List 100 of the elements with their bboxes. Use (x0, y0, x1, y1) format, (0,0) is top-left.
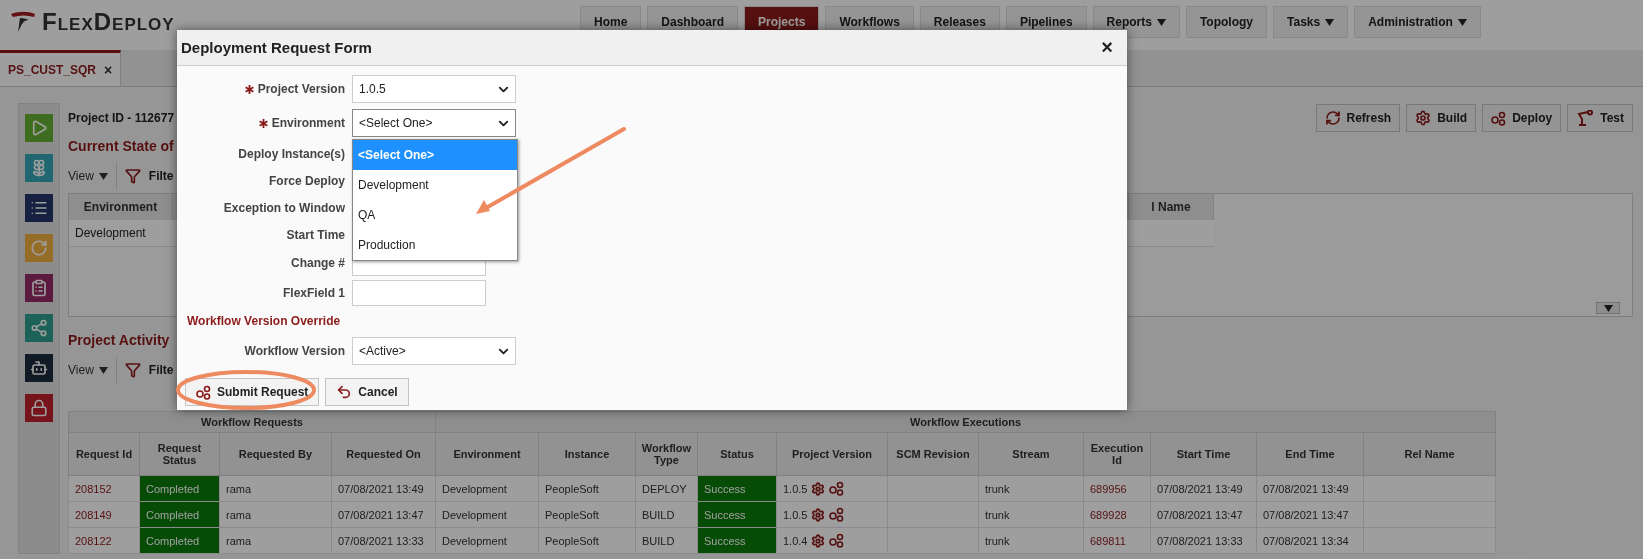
sidebar-item[interactable] (25, 314, 53, 342)
gear-icon[interactable] (811, 507, 826, 522)
sidebar-item[interactable] (25, 194, 53, 222)
robot-icon (30, 359, 48, 377)
input-field[interactable] (352, 280, 486, 306)
field-label: Deploy Instance(s) (238, 146, 345, 161)
table-cell: BUILD (635, 527, 698, 554)
project-title: Project ID - 112677 (68, 111, 175, 125)
request-id-link[interactable]: 208149 (68, 501, 140, 528)
action-button[interactable]: Deploy (1482, 104, 1562, 132)
table-cell: rama (219, 527, 332, 554)
filter-button[interactable]: Filte (148, 169, 174, 183)
table-cell: DEPLOY (635, 475, 698, 502)
view-menu[interactable]: View (68, 357, 117, 383)
request-id-link[interactable]: 208122 (68, 527, 140, 554)
sidebar-item[interactable] (25, 354, 53, 382)
column-header: Rel Name (1363, 432, 1496, 476)
close-button[interactable]: × (1101, 36, 1113, 59)
table-cell: trunk (978, 527, 1084, 554)
column-header: Project Version (776, 432, 888, 476)
request-id-link[interactable]: 208152 (68, 475, 140, 502)
action-button[interactable]: Refresh (1315, 104, 1401, 132)
sidebar-item[interactable] (25, 394, 53, 422)
dialog-title: Deployment Request Form (181, 39, 372, 56)
column-header: Instance (538, 432, 636, 476)
caret-icon (98, 366, 108, 374)
execution-id-link[interactable]: 689928 (1083, 501, 1151, 528)
group-header: Workflow Requests (68, 411, 436, 433)
select-field[interactable]: <Select One> (352, 109, 516, 137)
section-label: Workflow Version Override (186, 313, 342, 330)
field-label: Change # (291, 256, 345, 270)
gear-icon[interactable] (811, 481, 826, 496)
dropdown-option[interactable]: <Select One> (353, 140, 517, 170)
execution-id-link[interactable]: 689811 (1083, 527, 1151, 554)
table-cell: BUILD (635, 501, 698, 528)
close-icon[interactable]: × (104, 61, 113, 78)
table-cell: 07/08/2021 13:47 (1150, 501, 1257, 528)
table-cell: 07/08/2021 13:49 (1256, 475, 1364, 502)
nav-tab[interactable]: Reports (1092, 6, 1180, 38)
cancel-button[interactable]: Cancel (325, 378, 409, 406)
status-cell: Completed (139, 475, 220, 502)
table-cell: Development (435, 527, 539, 554)
field-label: Start Time (286, 227, 345, 242)
status-cell: Success (697, 527, 777, 554)
status-cell: Completed (139, 527, 220, 554)
table-cell: rama (219, 501, 332, 528)
sidebar-item[interactable] (25, 274, 53, 302)
lock-icon (30, 399, 48, 417)
field-label: Environment (271, 116, 345, 130)
caret-icon (1325, 18, 1335, 26)
deploy-icon (1491, 110, 1507, 126)
robot-arm-icon (1576, 110, 1595, 126)
execution-id-link[interactable]: 689956 (1083, 475, 1151, 502)
logo-text: FlexDeploy (42, 8, 175, 36)
gear-icon[interactable] (811, 533, 826, 548)
table-cell: 07/08/2021 13:47 (331, 501, 436, 528)
select-field[interactable]: <Active> (352, 337, 516, 365)
document-tab[interactable]: PS_CUST_SQR × (0, 50, 122, 86)
table-cell: rama (219, 475, 332, 502)
dropdown-option[interactable]: QA (353, 200, 517, 230)
column-header: Execution Id (1083, 432, 1151, 476)
filter-icon[interactable] (124, 362, 141, 378)
nav-tab[interactable]: Administration (1354, 6, 1481, 38)
column-header: Start Time (1150, 432, 1257, 476)
gear-icon (1415, 110, 1432, 126)
scroll-up-button[interactable] (1596, 302, 1620, 314)
deploy-icon (829, 533, 845, 548)
deploy-icon (829, 481, 845, 496)
status-cell: Success (697, 501, 777, 528)
action-button[interactable]: Test (1567, 104, 1633, 132)
network-icon (30, 319, 48, 337)
clipboard-icon (30, 279, 48, 297)
filter-button[interactable]: Filte (148, 363, 174, 377)
view-menu[interactable]: View (68, 163, 117, 189)
dropdown-option[interactable]: Development (353, 170, 517, 200)
column-header: Request Id (68, 432, 140, 476)
dropdown-option[interactable]: Production (353, 230, 517, 260)
nav-tab[interactable]: Tasks (1273, 6, 1349, 38)
undo-icon (336, 384, 353, 400)
field-label: Project Version (257, 82, 345, 96)
table-cell: 07/08/2021 13:34 (1256, 527, 1364, 554)
column-header: Workflow Type (635, 432, 698, 476)
table-cell: 07/08/2021 13:49 (1150, 475, 1257, 502)
nav-tab[interactable]: Topology (1185, 6, 1268, 38)
action-button[interactable]: Build (1406, 104, 1477, 132)
caret-icon (1156, 18, 1166, 26)
version-text: 1.0.5 (783, 508, 808, 521)
status-cell: Success (697, 475, 777, 502)
field-label: FlexField 1 (282, 286, 345, 300)
filter-icon[interactable] (124, 168, 141, 184)
deploy-icon (196, 384, 211, 400)
table-cell: trunk (978, 475, 1084, 502)
column-header: SCM Revision (887, 432, 979, 476)
column-header: Requested By (219, 432, 332, 476)
select-field[interactable]: 1.0.5 (352, 75, 516, 103)
column-header: Stream (978, 432, 1084, 476)
table-cell: 07/08/2021 13:33 (1150, 527, 1257, 554)
field-label: Workflow Version (244, 344, 345, 358)
flower-icon (30, 159, 48, 177)
column-header: Requested On (331, 432, 436, 476)
